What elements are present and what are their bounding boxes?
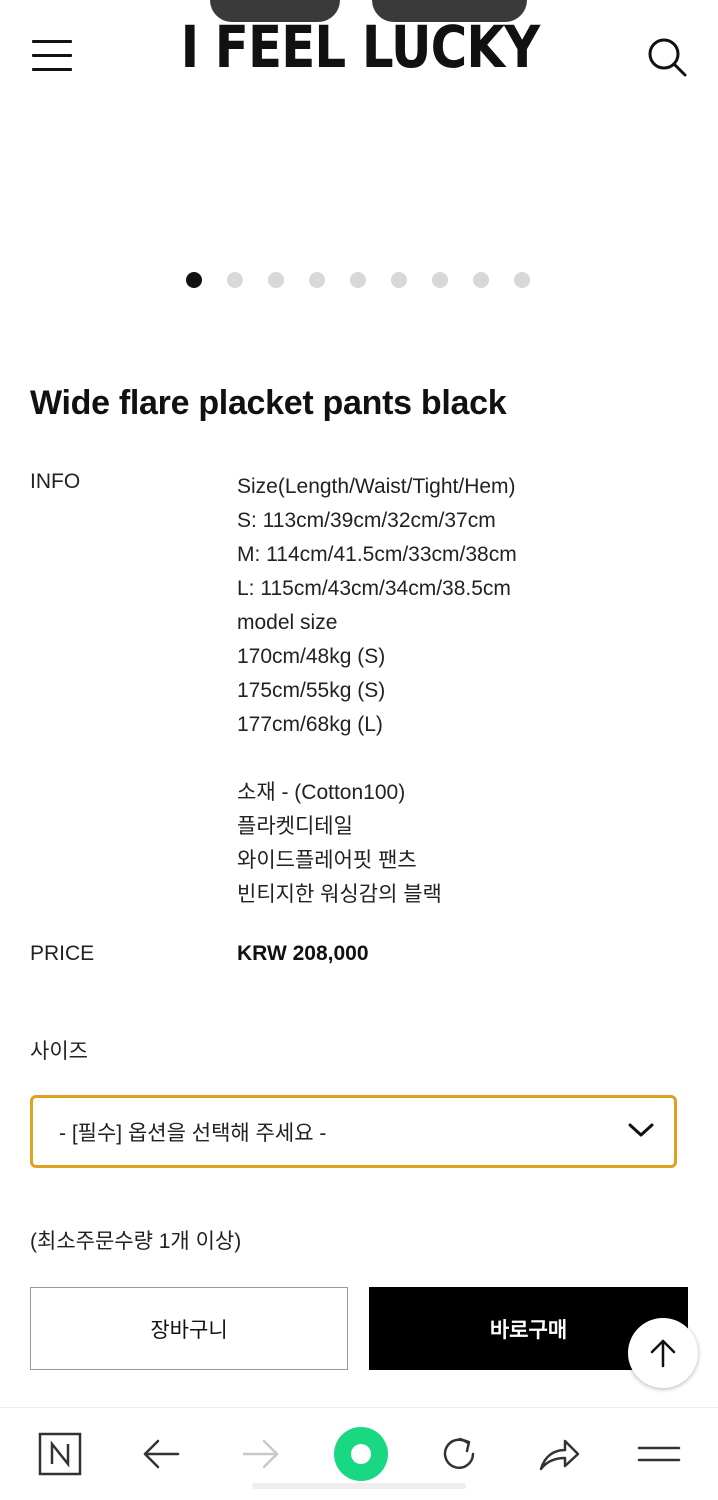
menu-lines-icon[interactable] — [635, 1430, 683, 1478]
naver-n-icon[interactable] — [36, 1430, 84, 1478]
info-line: 170cm/48kg (S) — [237, 645, 386, 668]
info-label: INFO — [30, 470, 81, 493]
info-line: model size — [237, 611, 338, 634]
size-select-value: - [필수] 옵션을 선택해 주세요 - — [59, 1121, 327, 1145]
info-line: 플라켓디테일 — [237, 815, 353, 838]
carousel-dot[interactable] — [432, 272, 448, 288]
carousel-dot[interactable] — [514, 272, 530, 288]
add-to-cart-button[interactable]: 장바구니 — [30, 1287, 348, 1370]
carousel-dot[interactable] — [350, 272, 366, 288]
info-line: 175cm/55kg (S) — [237, 679, 386, 702]
carousel-dot[interactable] — [186, 272, 202, 288]
carousel-dot[interactable] — [391, 272, 407, 288]
info-line: 와이드플레어핏 팬츠 — [237, 849, 417, 872]
carousel-indicator — [186, 272, 530, 288]
refresh-icon[interactable] — [435, 1430, 483, 1478]
size-select[interactable]: - [필수] 옵션을 선택해 주세요 - — [30, 1095, 677, 1168]
scroll-to-top-button[interactable] — [628, 1318, 698, 1388]
arrow-up-icon — [650, 1339, 676, 1368]
info-line: S: 113cm/39cm/32cm/37cm — [237, 509, 496, 532]
chevron-down-icon — [628, 1123, 654, 1137]
back-arrow-icon[interactable] — [137, 1430, 185, 1478]
home-indicator — [252, 1483, 466, 1489]
carousel-dot[interactable] — [268, 272, 284, 288]
info-line: L: 115cm/43cm/34cm/38.5cm — [237, 577, 511, 600]
search-icon[interactable] — [646, 36, 688, 78]
product-price: KRW 208,000 — [237, 942, 369, 965]
size-option-label: 사이즈 — [30, 1040, 88, 1063]
share-icon[interactable] — [535, 1430, 583, 1478]
info-line — [237, 742, 517, 776]
green-dot-icon[interactable] — [333, 1426, 389, 1482]
site-header: I FEEL LUCKY — [0, 0, 718, 112]
min-order-note: (최소주문수량 1개 이상) — [30, 1230, 242, 1253]
carousel-dot[interactable] — [309, 272, 325, 288]
carousel-dot[interactable] — [473, 272, 489, 288]
carousel-dot[interactable] — [227, 272, 243, 288]
info-line: Size(Length/Waist/Tight/Hem) — [237, 475, 516, 498]
info-line: 177cm/68kg (L) — [237, 713, 383, 736]
info-line: 빈티지한 워싱감의 블랙 — [237, 883, 442, 906]
brand-logo[interactable]: I FEEL LUCKY — [179, 14, 541, 80]
info-line: M: 114cm/41.5cm/33cm/38cm — [237, 543, 517, 566]
product-info: Size(Length/Waist/Tight/Hem) S: 113cm/39c… — [237, 470, 517, 912]
hamburger-menu-icon[interactable] — [32, 40, 74, 72]
product-title: Wide flare placket pants black — [30, 384, 507, 422]
info-line: 소재 - (Cotton100) — [237, 781, 406, 804]
price-label: PRICE — [30, 942, 95, 965]
forward-arrow-icon[interactable] — [237, 1430, 285, 1478]
